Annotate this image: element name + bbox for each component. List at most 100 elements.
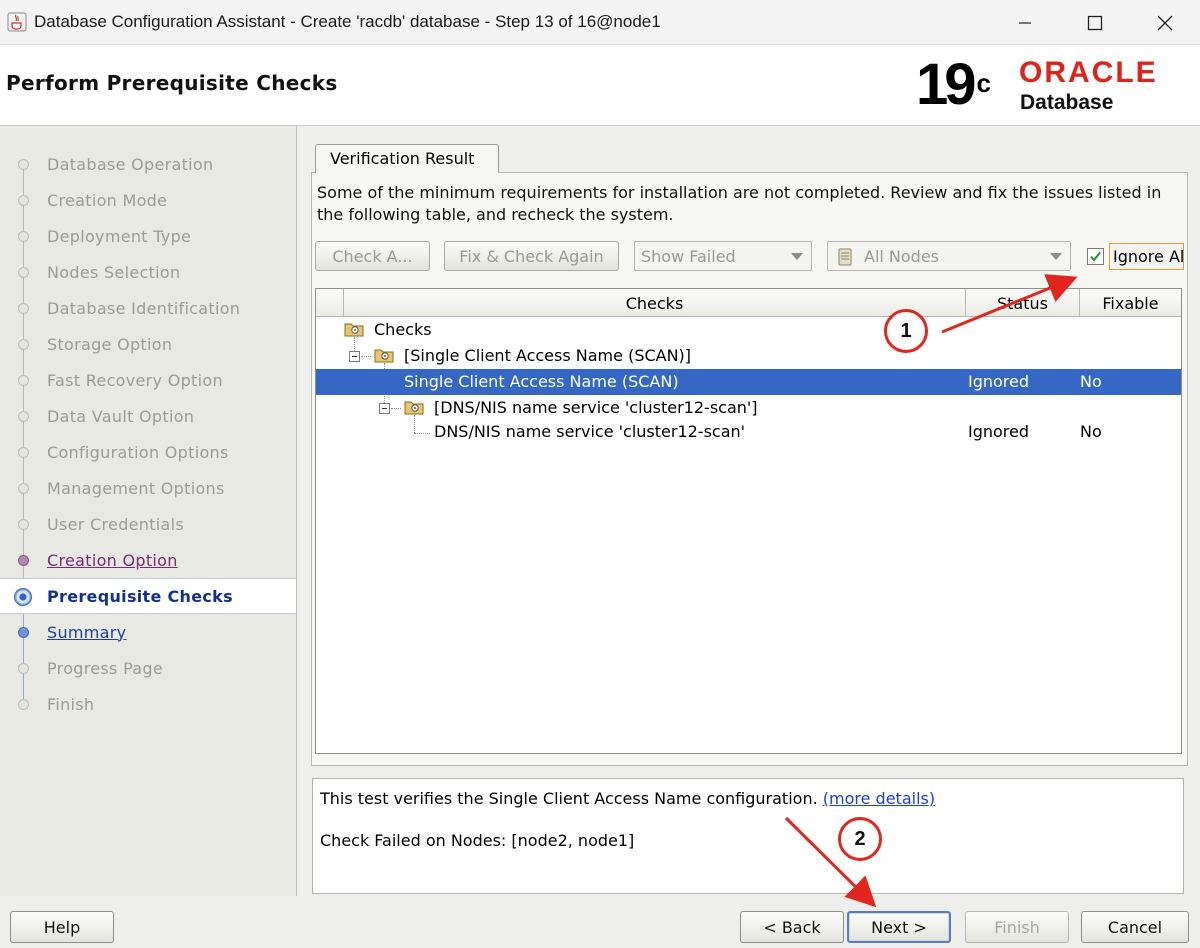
step-indicator-icon — [18, 555, 29, 566]
filter-select-value: Show Failed — [641, 246, 736, 266]
folder-gear-icon — [344, 323, 364, 337]
nav-step-label: Creation Mode — [47, 190, 168, 210]
nav-step-label: Database Identification — [47, 298, 241, 318]
next-button[interactable]: Next > — [847, 911, 951, 943]
table-row-selected[interactable]: Single Client Access Name (SCAN) Ignored… — [316, 369, 1181, 395]
nav-step-configuration-options: Configuration Options — [0, 434, 296, 470]
nav-step-creation-mode: Creation Mode — [0, 182, 296, 218]
wizard-header: Perform Prerequisite Checks 19 c ORACLE D… — [0, 45, 1200, 126]
column-header-fixable[interactable]: Fixable — [1079, 289, 1181, 317]
finish-button[interactable]: Finish — [965, 911, 1069, 943]
annotation-callout-2: 2 — [838, 817, 882, 861]
filter-select[interactable]: Show Failed — [634, 241, 812, 271]
check-details-pane: This test verifies the Single Client Acc… — [312, 778, 1184, 894]
check-status: Ignored — [968, 372, 1030, 391]
step-indicator-icon — [14, 588, 32, 606]
oracle-product-label: Database — [1020, 91, 1114, 114]
page-title: Perform Prerequisite Checks — [6, 71, 338, 95]
minimize-button[interactable] — [990, 0, 1060, 45]
nav-step-summary[interactable]: Summary — [0, 614, 296, 650]
step-indicator-icon — [18, 483, 29, 494]
cancel-button[interactable]: Cancel — [1081, 911, 1189, 943]
checks-table: Checks Status Fixable Checks [Single Cli… — [315, 288, 1182, 754]
check-again-button[interactable]: Check A... — [315, 241, 430, 271]
check-fixable: No — [1080, 372, 1102, 391]
step-indicator-icon — [18, 267, 29, 278]
folder-gear-icon — [404, 401, 424, 415]
nav-step-fast-recovery-option: Fast Recovery Option — [0, 362, 296, 398]
nav-step-prerequisite-checks[interactable]: Prerequisite Checks — [0, 578, 296, 614]
step-indicator-icon — [18, 699, 29, 710]
step-indicator-icon — [18, 627, 29, 638]
help-button[interactable]: Help — [10, 911, 114, 943]
chevron-down-icon — [1050, 253, 1062, 260]
table-row-group[interactable]: [Single Client Access Name (SCAN)] — [316, 343, 1181, 369]
step-indicator-icon — [18, 195, 29, 206]
nav-step-label: User Credentials — [47, 514, 185, 534]
column-header-checks[interactable]: Checks — [343, 289, 965, 317]
nav-step-finish: Finish — [0, 686, 296, 722]
column-header-status[interactable]: Status — [965, 289, 1079, 317]
table-row-group[interactable]: [DNS/NIS name service 'cluster12-scan'] — [316, 395, 1181, 421]
close-button[interactable] — [1130, 0, 1200, 45]
nav-step-label: Fast Recovery Option — [47, 370, 223, 390]
ignore-all-checkbox[interactable] — [1087, 248, 1104, 265]
step-indicator-icon — [18, 663, 29, 674]
step-indicator-icon — [18, 411, 29, 422]
check-label: [DNS/NIS name service 'cluster12-scan'] — [434, 398, 758, 417]
check-status: Ignored — [968, 422, 1030, 441]
nav-step-label: Deployment Type — [47, 226, 192, 246]
step-indicator-icon — [18, 447, 29, 458]
title-bar: Database Configuration Assistant - Creat… — [0, 0, 1200, 45]
table-row-root[interactable]: Checks — [316, 317, 1181, 343]
step-indicator-icon — [18, 339, 29, 350]
collapse-icon[interactable] — [349, 351, 360, 362]
maximize-button[interactable] — [1060, 0, 1130, 45]
nodes-select[interactable]: All Nodes — [827, 241, 1071, 271]
nav-step-label: Storage Option — [47, 334, 173, 354]
check-label: Checks — [374, 320, 432, 339]
nav-step-storage-option: Storage Option — [0, 326, 296, 362]
nav-step-nodes-selection: Nodes Selection — [0, 254, 296, 290]
nav-step-label: Nodes Selection — [47, 262, 181, 282]
minimize-icon — [1019, 21, 1031, 24]
checkmark-icon — [1090, 251, 1101, 262]
tab-verification-result[interactable]: Verification Result — [315, 144, 499, 173]
chevron-down-icon — [791, 253, 803, 260]
oracle-brand-logo: ORACLE — [1019, 56, 1158, 89]
table-row[interactable]: DNS/NIS name service 'cluster12-scan' Ig… — [316, 419, 1181, 445]
step-indicator-icon — [18, 303, 29, 314]
nav-step-database-identification: Database Identification — [0, 290, 296, 326]
tree-connector — [361, 356, 371, 357]
nav-step-user-credentials: User Credentials — [0, 506, 296, 542]
maximize-icon — [1087, 15, 1103, 30]
nav-step-creation-option[interactable]: Creation Option — [0, 542, 296, 578]
collapse-icon[interactable] — [379, 403, 390, 414]
table-header: Checks Status Fixable — [316, 289, 1181, 317]
check-fixable: No — [1080, 422, 1102, 441]
ignore-all-label[interactable]: Ignore All — [1109, 243, 1184, 270]
step-indicator-icon — [18, 375, 29, 386]
folder-gear-icon — [374, 349, 394, 363]
nav-step-management-options: Management Options — [0, 470, 296, 506]
nav-step-progress-page: Progress Page — [0, 650, 296, 686]
nav-step-label: Management Options — [47, 478, 225, 498]
fix-check-again-button[interactable]: Fix & Check Again — [444, 241, 619, 271]
verification-description: Some of the minimum requirements for ins… — [317, 183, 1162, 224]
window-title: Database Configuration Assistant - Creat… — [34, 12, 661, 31]
check-label: Single Client Access Name (SCAN) — [404, 372, 679, 391]
nav-step-label: Summary — [47, 622, 127, 642]
tree-connector — [391, 408, 401, 409]
nav-step-label: Creation Option — [47, 550, 178, 570]
tab-label: Verification Result — [330, 149, 475, 168]
back-button[interactable]: < Back — [740, 911, 844, 943]
wizard-steps-nav: Database Operation Creation Mode Deploymen… — [0, 126, 297, 896]
nav-step-deployment-type: Deployment Type — [0, 218, 296, 254]
more-details-link[interactable]: (more details) — [823, 789, 935, 808]
nav-step-label: Finish — [47, 694, 95, 714]
nav-step-label: Progress Page — [47, 658, 164, 678]
failed-nodes-text: Check Failed on Nodes: [node2, node1] — [320, 831, 635, 850]
close-icon — [1157, 15, 1173, 30]
check-label: [Single Client Access Name (SCAN)] — [404, 346, 692, 365]
nav-step-label: Configuration Options — [47, 442, 229, 462]
